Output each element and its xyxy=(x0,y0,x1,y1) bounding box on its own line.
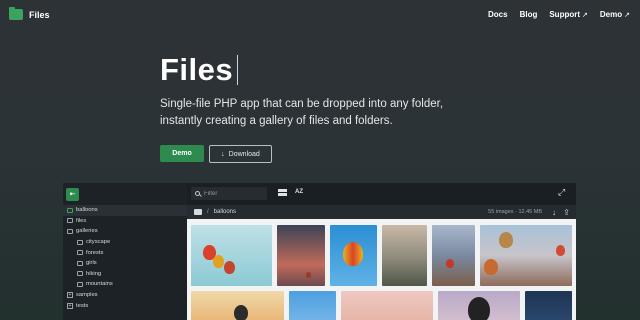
tree-item-label: hiking xyxy=(86,270,102,277)
folder-icon xyxy=(67,207,73,213)
folder-icon xyxy=(77,271,83,277)
demo-button[interactable]: Demo xyxy=(160,145,204,162)
folder-size: 12.45 MB xyxy=(518,209,542,215)
sort-icon[interactable]: AZ xyxy=(295,189,303,195)
folder-icon xyxy=(77,281,83,287)
upload-icon[interactable]: ⇪ xyxy=(563,208,570,217)
image-thumbnail[interactable] xyxy=(277,225,325,286)
tree-item[interactable]: hiking xyxy=(63,269,187,280)
image-thumbnail[interactable] xyxy=(432,225,475,286)
image-thumbnail[interactable] xyxy=(382,225,427,286)
image-count: 55 images xyxy=(488,209,514,215)
nav-demo[interactable]: Demo ↗ xyxy=(600,10,630,19)
folder-home-icon[interactable] xyxy=(194,209,202,215)
expand-icon: + xyxy=(67,292,73,299)
image-thumbnail[interactable] xyxy=(330,225,377,286)
tree-item-label: girls xyxy=(86,260,97,267)
hero-title: Files xyxy=(160,52,239,88)
fullscreen-icon[interactable]: ⤢ xyxy=(558,187,565,198)
download-button[interactable]: ↓ Download xyxy=(209,145,272,163)
filter-box[interactable] xyxy=(191,187,267,200)
tree-item-label: files xyxy=(76,217,87,224)
tree-item[interactable]: cityscape xyxy=(63,237,187,248)
image-thumbnail[interactable] xyxy=(289,291,336,320)
download-icon[interactable]: ↓ xyxy=(552,208,556,217)
sidebar-toggle-icon: ⇤ xyxy=(69,191,76,198)
image-thumbnail[interactable] xyxy=(191,291,284,320)
folder-tree: balloons files galleries cityscape forests gi… xyxy=(63,205,187,311)
nav-blog-label: Blog xyxy=(519,10,538,19)
nav-support[interactable]: Support ↗ xyxy=(549,10,588,19)
filter-input[interactable] xyxy=(204,190,259,197)
external-link-icon: ↗ xyxy=(582,12,588,19)
download-icon: ↓ xyxy=(221,150,225,158)
tree-item-label: samples xyxy=(76,292,98,299)
image-thumbnail[interactable] xyxy=(191,225,272,286)
expand-icon: + xyxy=(67,302,73,309)
folder-icon xyxy=(77,260,83,266)
app-name: Files xyxy=(29,9,50,20)
main-nav: Docs Blog Support ↗ Demo ↗ xyxy=(488,10,630,19)
tree-item-label: mountains xyxy=(86,281,113,288)
tree-item-label: tests xyxy=(76,302,89,309)
tree-item-label: cityscape xyxy=(86,239,111,246)
logo[interactable]: Files xyxy=(9,7,50,20)
folder-summary: 55 images · 12.45 MB xyxy=(488,209,542,215)
breadcrumb-current[interactable]: balloons xyxy=(214,209,236,215)
sidebar: ⇤ balloons files galleries cityscape forests… xyxy=(63,183,187,320)
download-button-label: Download xyxy=(228,150,260,158)
nav-docs[interactable]: Docs xyxy=(488,10,508,19)
folder-logo-icon xyxy=(9,7,23,20)
breadcrumb-separator: / xyxy=(207,209,209,215)
sidebar-toggle-button[interactable]: ⇤ xyxy=(66,187,79,201)
hero-subtitle: Single-file PHP app that can be dropped … xyxy=(160,98,444,127)
folder-icon xyxy=(77,239,83,245)
external-link-icon: ↗ xyxy=(624,12,630,19)
nav-blog[interactable]: Blog xyxy=(520,10,538,19)
image-grid xyxy=(187,219,576,320)
folder-icon xyxy=(77,250,83,256)
image-thumbnail[interactable] xyxy=(438,291,520,320)
tree-item[interactable]: balloons xyxy=(63,205,187,216)
top-bar: Files Docs Blog Support ↗ Demo ↗ xyxy=(0,0,640,32)
tree-item-label: balloons xyxy=(76,207,98,214)
demo-button-label: Demo xyxy=(172,150,192,157)
tree-item[interactable]: + samples xyxy=(63,290,187,301)
nav-docs-label: Docs xyxy=(488,10,508,19)
image-thumbnail[interactable] xyxy=(525,291,572,320)
breadcrumb: / balloons 55 images · 12.45 MB ↓ ⇪ xyxy=(187,205,576,219)
tree-item[interactable]: files xyxy=(63,216,187,227)
tree-item[interactable]: girls xyxy=(63,258,187,269)
toolbar: AZ ⤢ xyxy=(187,183,576,205)
tree-item[interactable]: + tests xyxy=(63,300,187,311)
image-thumbnail[interactable] xyxy=(341,291,433,320)
tree-item-label: galleries xyxy=(76,228,98,235)
tree-item[interactable]: forests xyxy=(63,247,187,258)
nav-demo-label: Demo xyxy=(599,10,623,19)
tree-item-label: forests xyxy=(86,249,104,256)
search-icon xyxy=(195,191,200,196)
folder-icon xyxy=(67,228,73,234)
tree-item[interactable]: galleries xyxy=(63,226,187,237)
image-thumbnail[interactable] xyxy=(480,225,572,286)
text-cursor xyxy=(237,55,239,85)
nav-support-label: Support xyxy=(549,10,581,19)
tree-item[interactable]: mountains xyxy=(63,279,187,290)
layout-grid-icon[interactable] xyxy=(278,189,287,199)
app-preview: ⇤ balloons files galleries cityscape forests… xyxy=(63,183,576,320)
hero-title-text: Files xyxy=(160,52,234,87)
folder-icon xyxy=(67,218,73,224)
